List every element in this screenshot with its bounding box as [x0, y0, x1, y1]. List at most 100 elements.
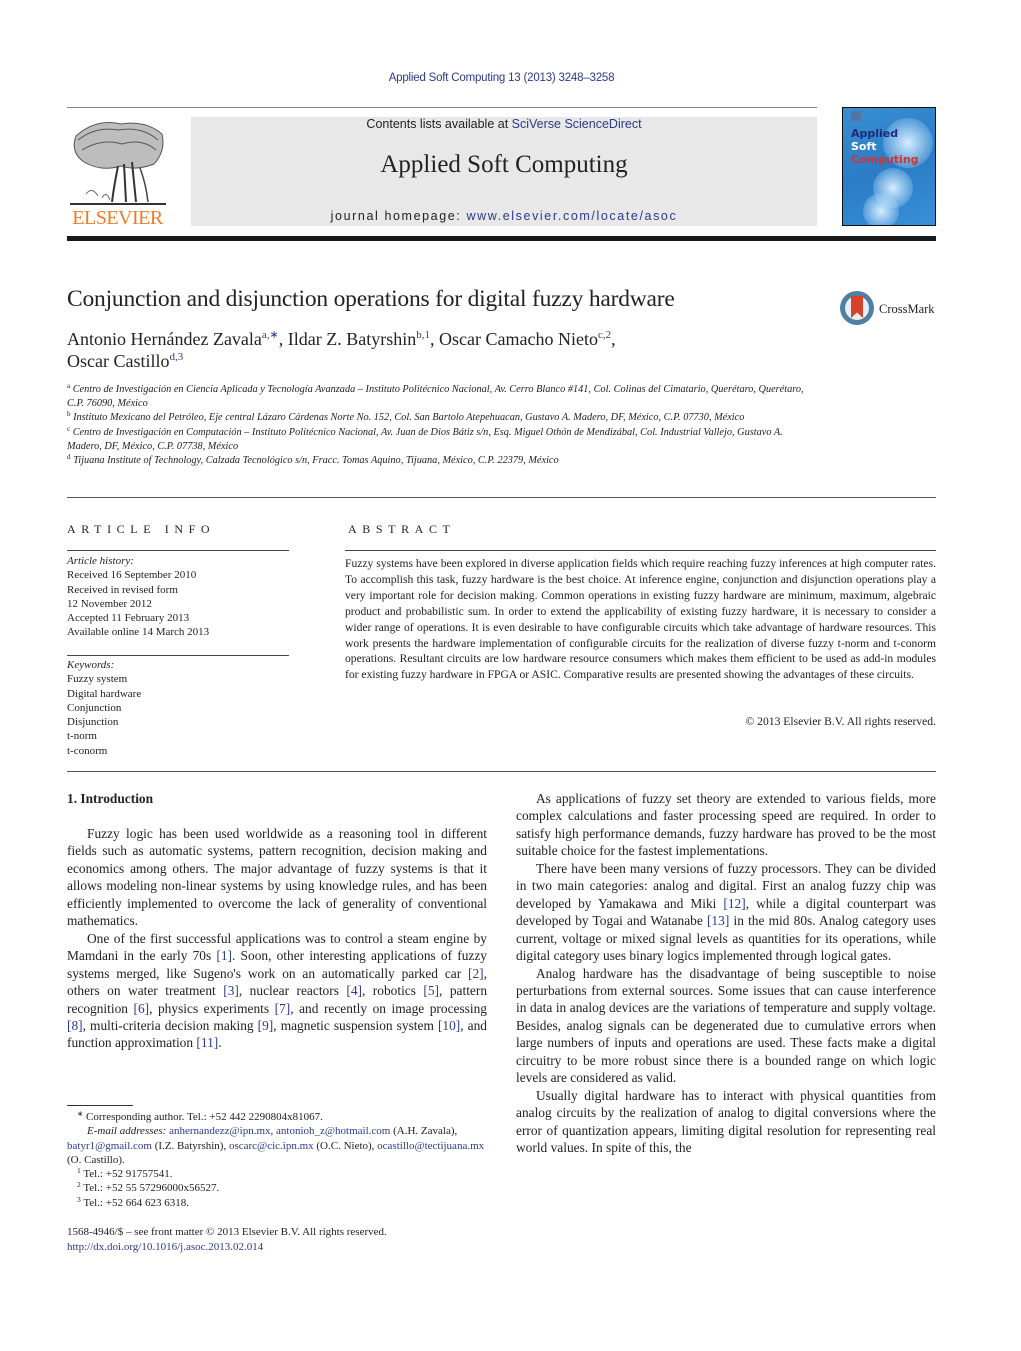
author-name: Oscar Castillo	[67, 351, 170, 371]
paragraph: One of the first successful applications…	[67, 930, 487, 1052]
citation-link[interactable]: [12]	[723, 896, 745, 911]
cover-title-line3: Computing	[851, 153, 919, 166]
affiliation-mark: b	[67, 410, 71, 419]
paragraph-text: .	[218, 1035, 222, 1051]
header-rule	[67, 107, 817, 108]
history-item: Accepted 11 February 2013	[67, 612, 190, 625]
article-title: Conjunction and disjunction operations f…	[67, 286, 675, 312]
author: Ildar Z. Batyrshinb,1,	[288, 329, 439, 349]
tel-mark: 3	[77, 1194, 81, 1204]
citation-link[interactable]: [7]	[275, 1001, 291, 1016]
journal-name: Applied Soft Computing	[380, 151, 628, 178]
tel-note: 2 Tel.: +52 55 57296000x56527.	[67, 1181, 487, 1195]
footnote-rule	[67, 1105, 133, 1106]
article-info-heading: ARTICLE INFO	[67, 522, 216, 536]
paragraph-text: , physics experiments	[149, 1000, 275, 1016]
email-owner: (A.H. Zavala),	[390, 1125, 458, 1138]
paragraph-text: , multi-criteria decision making	[82, 1017, 258, 1033]
affiliation: b Instituto Mexicano del Petróleo, Eje c…	[67, 411, 812, 425]
cover-title-line2: Soft	[851, 140, 877, 153]
author: Oscar Camacho Nietoc,2,	[439, 329, 616, 349]
email-link[interactable]: oscarc@cic.ipn.mx	[229, 1140, 314, 1152]
affiliation-mark: d	[67, 453, 71, 462]
paragraph: Usually digital hardware has to interact…	[516, 1087, 936, 1157]
doi-link[interactable]: http://dx.doi.org/10.1016/j.asoc.2013.02…	[67, 1240, 487, 1255]
author-name: Ildar Z. Batyrshin	[287, 329, 417, 349]
email-owner: (O. Castillo).	[67, 1153, 125, 1166]
body-left-column: Fuzzy logic has been used worldwide as a…	[67, 825, 487, 1052]
paragraph-text: Usually digital hardware has to interact…	[516, 1087, 936, 1156]
sciencedirect-link[interactable]: SciVerse ScienceDirect	[512, 117, 642, 131]
paragraph-text: Analog hardware has the disadvantage of …	[516, 965, 936, 1086]
citation-link[interactable]: [3]	[223, 983, 239, 998]
article-info-rule	[67, 550, 289, 551]
elsevier-wordmark: ELSEVIER	[72, 207, 163, 229]
citation-link[interactable]: [5]	[423, 983, 439, 998]
article-history-label: Article history:	[67, 555, 134, 567]
journal-homepage-link[interactable]: www.elsevier.com/locate/asoc	[466, 209, 677, 223]
history-item: Received 16 September 2010	[67, 569, 197, 582]
email-link[interactable]: anhernandezz@ipn.mx	[169, 1125, 270, 1137]
keyword: Digital hardware	[67, 687, 142, 700]
email-link[interactable]: ocastillo@tectijuana.mx	[377, 1140, 484, 1152]
tel-mark: 2	[77, 1180, 81, 1190]
author: Antonio Hernández Zavalaa,∗,	[67, 329, 288, 349]
cover-decoration	[863, 193, 899, 225]
crossmark-button[interactable]: CrossMark	[840, 291, 940, 331]
homepage-prefix: journal homepage:	[330, 209, 467, 223]
journal-reference-link[interactable]: Applied Soft Computing 13 (2013) 3248–32…	[0, 72, 1003, 84]
contents-prefix: Contents lists available at	[366, 117, 512, 131]
author-affiliation-marks[interactable]: c,2	[598, 329, 611, 341]
abstract-end-rule	[67, 771, 936, 772]
email-owner: (I.Z. Batyrshin),	[151, 1139, 229, 1152]
tel-note: 1 Tel.: +52 91757541.	[67, 1167, 487, 1181]
paragraph-text: , and recently on image processing	[290, 1000, 487, 1016]
abstract-copyright: © 2013 Elsevier B.V. All rights reserved…	[745, 715, 936, 728]
citation-link[interactable]: [11]	[196, 1035, 218, 1050]
email-link[interactable]: batyr1@gmail.com	[67, 1140, 152, 1152]
affiliation: c Centro de Investigación en Computación…	[67, 424, 812, 454]
paragraph-text: , magnetic suspension system	[273, 1017, 438, 1033]
keyword: Conjunction	[67, 701, 122, 714]
crossmark-label: CrossMark	[879, 302, 935, 316]
journal-homepage-line: journal homepage: www.elsevier.com/locat…	[191, 209, 817, 223]
citation-link[interactable]: [8]	[67, 1018, 83, 1033]
email-link[interactable]: antonioh_z@hotmail.com	[276, 1125, 390, 1137]
author-name: Antonio Hernández Zavala	[67, 329, 262, 349]
article-history: Article history: Received 16 September 2…	[67, 554, 289, 640]
paragraph: As applications of fuzzy set theory are …	[516, 790, 936, 860]
affiliation-text: Centro de Investigación en Computación –…	[67, 426, 783, 452]
affiliation-mark: c	[67, 424, 71, 433]
email-owner: (O.C. Nieto),	[313, 1139, 378, 1152]
keywords-rule	[67, 655, 289, 656]
affiliation-mark: a	[67, 382, 71, 390]
citation-link[interactable]: [4]	[346, 983, 362, 998]
footnotes: ∗ Corresponding author. Tel.: +52 442 22…	[67, 1110, 487, 1210]
citation-link[interactable]: [10]	[438, 1018, 460, 1033]
tel-text: Tel.: +52 55 57296000x56527.	[83, 1182, 220, 1195]
citation-link[interactable]: [13]	[707, 913, 729, 928]
header-thick-rule	[67, 236, 936, 241]
author-affiliation-marks[interactable]: a,∗	[262, 329, 279, 341]
citation-link[interactable]: [2]	[468, 966, 484, 981]
abstract-heading: ABSTRACT	[348, 522, 456, 536]
body-right-column: As applications of fuzzy set theory are …	[516, 790, 936, 1157]
paragraph: There have been many versions of fuzzy p…	[516, 860, 936, 965]
author-affiliation-marks[interactable]: b,1	[416, 329, 430, 341]
journal-masthead: Contents lists available at SciVerse Sci…	[191, 117, 817, 226]
citation-link[interactable]: [9]	[258, 1018, 274, 1033]
author: Oscar Castillod,3	[67, 351, 183, 371]
citation-link[interactable]: [6]	[134, 1001, 150, 1016]
section-heading-introduction: 1. Introduction	[67, 791, 154, 806]
abstract-text: Fuzzy systems have been explored in dive…	[345, 557, 936, 682]
tel-text: Tel.: +52 664 623 6318.	[83, 1196, 189, 1209]
keywords-label: Keywords:	[67, 659, 115, 671]
journal-cover-thumbnail[interactable]: Applied Soft Computing	[842, 107, 936, 226]
citation-link[interactable]: [1]	[216, 948, 232, 963]
author-affiliation-marks[interactable]: d,3	[169, 351, 183, 363]
cover-title: Applied Soft Computing	[851, 127, 919, 166]
front-matter: 1568-4946/$ – see front matter © 2013 El…	[67, 1225, 487, 1255]
affiliation: d Tijuana Institute of Technology, Calza…	[67, 454, 812, 468]
keyword: Disjunction	[67, 716, 119, 729]
keywords: Keywords: Fuzzy system Digital hardware …	[67, 658, 289, 758]
